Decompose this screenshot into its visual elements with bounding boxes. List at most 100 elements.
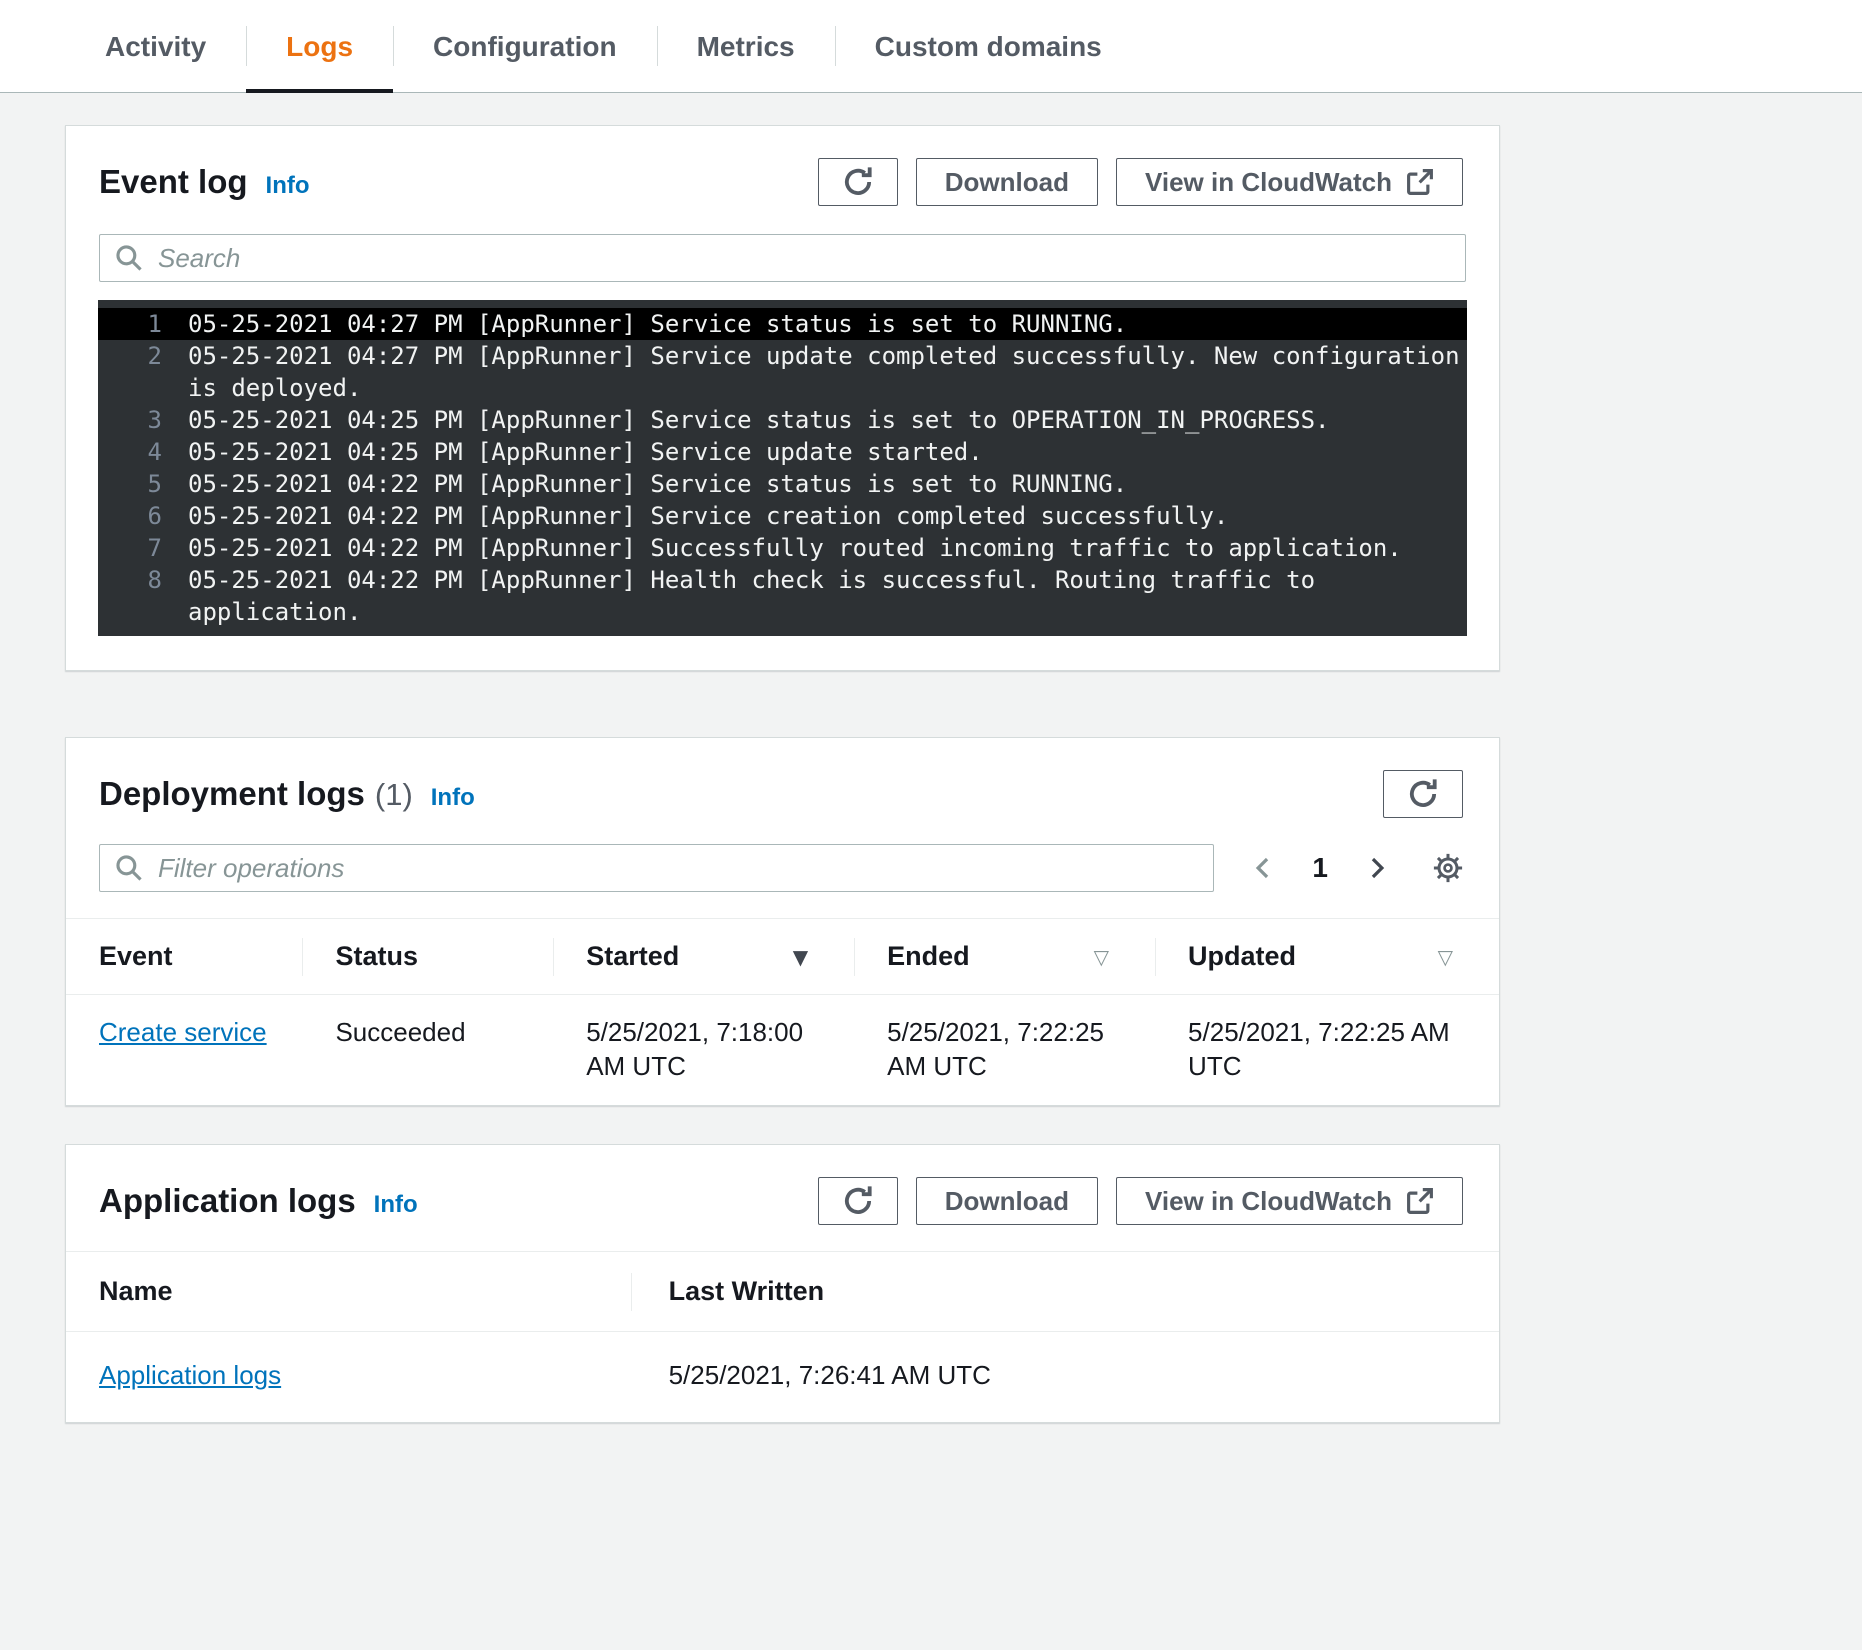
- cell-event: Create service: [66, 995, 302, 1105]
- cell-name: Application logs: [66, 1332, 631, 1422]
- application-logs-header: Application logs Info Download View in C…: [66, 1145, 1499, 1251]
- column-label: Status: [335, 941, 418, 971]
- log-line-3[interactable]: 3 05-25-2021 04:25 PM [AppRunner] Servic…: [98, 404, 1467, 436]
- deployment-logs-filter: [99, 844, 1215, 892]
- deployment-logs-header: Deployment logs (1) Info: [66, 738, 1499, 844]
- view-in-cloudwatch-label: View in CloudWatch: [1144, 1185, 1392, 1216]
- line-number: 2: [147, 342, 162, 370]
- event-log-view-in-cloudwatch-button[interactable]: View in CloudWatch: [1115, 158, 1463, 206]
- line-number: 7: [147, 534, 162, 562]
- deployment-log-row: Create service Succeeded 5/25/2021, 7:18…: [66, 995, 1499, 1105]
- external-link-icon: [1406, 168, 1434, 196]
- sort-icon[interactable]: ▽: [1094, 945, 1109, 969]
- application-logs-view-in-cloudwatch-button[interactable]: View in CloudWatch: [1115, 1177, 1463, 1225]
- tab-metrics[interactable]: Metrics: [657, 0, 835, 92]
- column-label: Event: [99, 941, 173, 971]
- application-logs-info-link[interactable]: Info: [374, 1191, 418, 1219]
- log-line-5[interactable]: 5 05-25-2021 04:22 PM [AppRunner] Servic…: [98, 468, 1467, 500]
- create-service-link[interactable]: Create service: [99, 1017, 267, 1047]
- refresh-icon: [841, 1184, 875, 1218]
- tab-activity[interactable]: Activity: [65, 0, 246, 92]
- column-label: Updated: [1188, 941, 1297, 971]
- tab-logs[interactable]: Logs: [246, 0, 393, 93]
- application-logs-link[interactable]: Application logs: [99, 1360, 281, 1390]
- event-log-title: Event log: [99, 163, 248, 200]
- log-line-4[interactable]: 4 05-25-2021 04:25 PM [AppRunner] Servic…: [98, 436, 1467, 468]
- table-settings-gear-icon[interactable]: [1430, 850, 1466, 886]
- log-line-8[interactable]: 8 05-25-2021 04:22 PM [AppRunner] Health…: [98, 564, 1467, 628]
- event-log-search-input[interactable]: [99, 234, 1466, 282]
- deployment-logs-filter-input[interactable]: [99, 844, 1215, 892]
- application-logs-refresh-button[interactable]: [817, 1177, 898, 1225]
- next-page-icon[interactable]: [1364, 855, 1390, 881]
- deployment-logs-table: Event Status Started ▼ Ended ▽ Updated ▽: [66, 918, 1499, 1105]
- view-in-cloudwatch-label: View in CloudWatch: [1144, 166, 1392, 197]
- logs-tab-content: Event log Info Download View in CloudWat…: [0, 93, 1862, 1503]
- column-header-event: Event: [66, 919, 302, 994]
- pagination: 1: [1250, 852, 1390, 884]
- line-number: 6: [147, 502, 162, 530]
- column-header-updated[interactable]: Updated ▽: [1155, 919, 1499, 994]
- deployment-logs-toolbar: 1: [66, 844, 1499, 918]
- column-header-ended[interactable]: Ended ▽: [854, 919, 1155, 994]
- event-log-download-button[interactable]: Download: [915, 158, 1098, 206]
- column-label: Ended: [887, 941, 970, 971]
- line-number: 4: [147, 438, 162, 466]
- line-number: 5: [147, 470, 162, 498]
- application-logs-table: Name Last Written Application logs 5/25/…: [66, 1251, 1499, 1422]
- line-number: 8: [147, 566, 162, 594]
- deployment-logs-table-header: Event Status Started ▼ Ended ▽ Updated ▽: [66, 919, 1499, 995]
- column-header-last-written: Last Written: [631, 1252, 1499, 1331]
- application-logs-table-header: Name Last Written: [66, 1252, 1499, 1332]
- deployment-logs-panel: Deployment logs (1) Info Filter operatio…: [65, 737, 1500, 1106]
- tab-configuration[interactable]: Configuration: [393, 0, 657, 92]
- column-label: Name: [99, 1276, 173, 1306]
- cell-started: 5/25/2021, 7:18:00 AM UTC: [586, 1017, 804, 1081]
- sort-descending-icon[interactable]: ▼: [793, 945, 808, 969]
- column-header-status: Status: [302, 919, 553, 994]
- line-text: 05-25-2021 04:22 PM [AppRunner] Service …: [188, 470, 1128, 498]
- application-logs-download-button[interactable]: Download: [915, 1177, 1098, 1225]
- refresh-icon: [1406, 777, 1440, 811]
- deployment-logs-info-link[interactable]: Info: [431, 784, 475, 812]
- line-text: 05-25-2021 04:27 PM [AppRunner] Service …: [188, 310, 1128, 338]
- event-log-info-link[interactable]: Info: [266, 172, 310, 200]
- search-icon: [115, 244, 143, 272]
- event-log-refresh-button[interactable]: [817, 158, 898, 206]
- event-log-viewer[interactable]: 1 05-25-2021 04:27 PM [AppRunner] Servic…: [98, 300, 1467, 636]
- log-line-1[interactable]: 1 05-25-2021 04:27 PM [AppRunner] Servic…: [98, 308, 1467, 340]
- column-label: Started: [586, 941, 680, 971]
- line-text: 05-25-2021 04:22 PM [AppRunner] Health c…: [188, 566, 1316, 626]
- log-line-7[interactable]: 7 05-25-2021 04:22 PM [AppRunner] Succes…: [98, 532, 1467, 564]
- deployment-logs-count: (1): [374, 777, 413, 812]
- line-text: 05-25-2021 04:25 PM [AppRunner] Service …: [188, 406, 1330, 434]
- line-text: 05-25-2021 04:22 PM [AppRunner] Service …: [188, 502, 1229, 530]
- log-line-2[interactable]: 2 05-25-2021 04:27 PM [AppRunner] Servic…: [98, 340, 1467, 404]
- cell-status: Succeeded: [335, 1017, 466, 1047]
- previous-page-icon[interactable]: [1250, 855, 1276, 881]
- application-logs-title: Application logs: [99, 1182, 356, 1219]
- search-icon: [115, 854, 143, 882]
- line-text: 05-25-2021 04:27 PM [AppRunner] Service …: [188, 342, 1460, 402]
- line-text: 05-25-2021 04:22 PM [AppRunner] Successf…: [188, 534, 1402, 562]
- deployment-logs-refresh-button[interactable]: [1383, 770, 1463, 818]
- line-number: 3: [147, 406, 162, 434]
- cell-updated: 5/25/2021, 7:22:25 AM UTC: [1188, 1017, 1450, 1081]
- service-tabs: Activity Logs Configuration Metrics Cust…: [0, 0, 1862, 93]
- deployment-logs-title: Deployment logs: [99, 775, 365, 812]
- sort-icon[interactable]: ▽: [1438, 945, 1453, 969]
- external-link-icon: [1406, 1187, 1434, 1215]
- event-log-header: Event log Info Download View in CloudWat…: [66, 126, 1499, 232]
- application-logs-panel: Application logs Info Download View in C…: [65, 1144, 1500, 1423]
- cell-ended: 5/25/2021, 7:22:25 AM UTC: [887, 1017, 1104, 1081]
- page-number[interactable]: 1: [1312, 852, 1328, 884]
- event-log-panel: Event log Info Download View in CloudWat…: [65, 125, 1500, 671]
- cell-last-written: 5/25/2021, 7:26:41 AM UTC: [668, 1360, 991, 1390]
- refresh-icon: [841, 165, 875, 199]
- line-number: 1: [147, 310, 162, 338]
- column-header-name: Name: [66, 1252, 631, 1331]
- column-header-started[interactable]: Started ▼: [553, 919, 854, 994]
- log-line-6[interactable]: 6 05-25-2021 04:22 PM [AppRunner] Servic…: [98, 500, 1467, 532]
- tab-custom-domains[interactable]: Custom domains: [835, 0, 1142, 92]
- application-log-row: Application logs 5/25/2021, 7:26:41 AM U…: [66, 1332, 1499, 1422]
